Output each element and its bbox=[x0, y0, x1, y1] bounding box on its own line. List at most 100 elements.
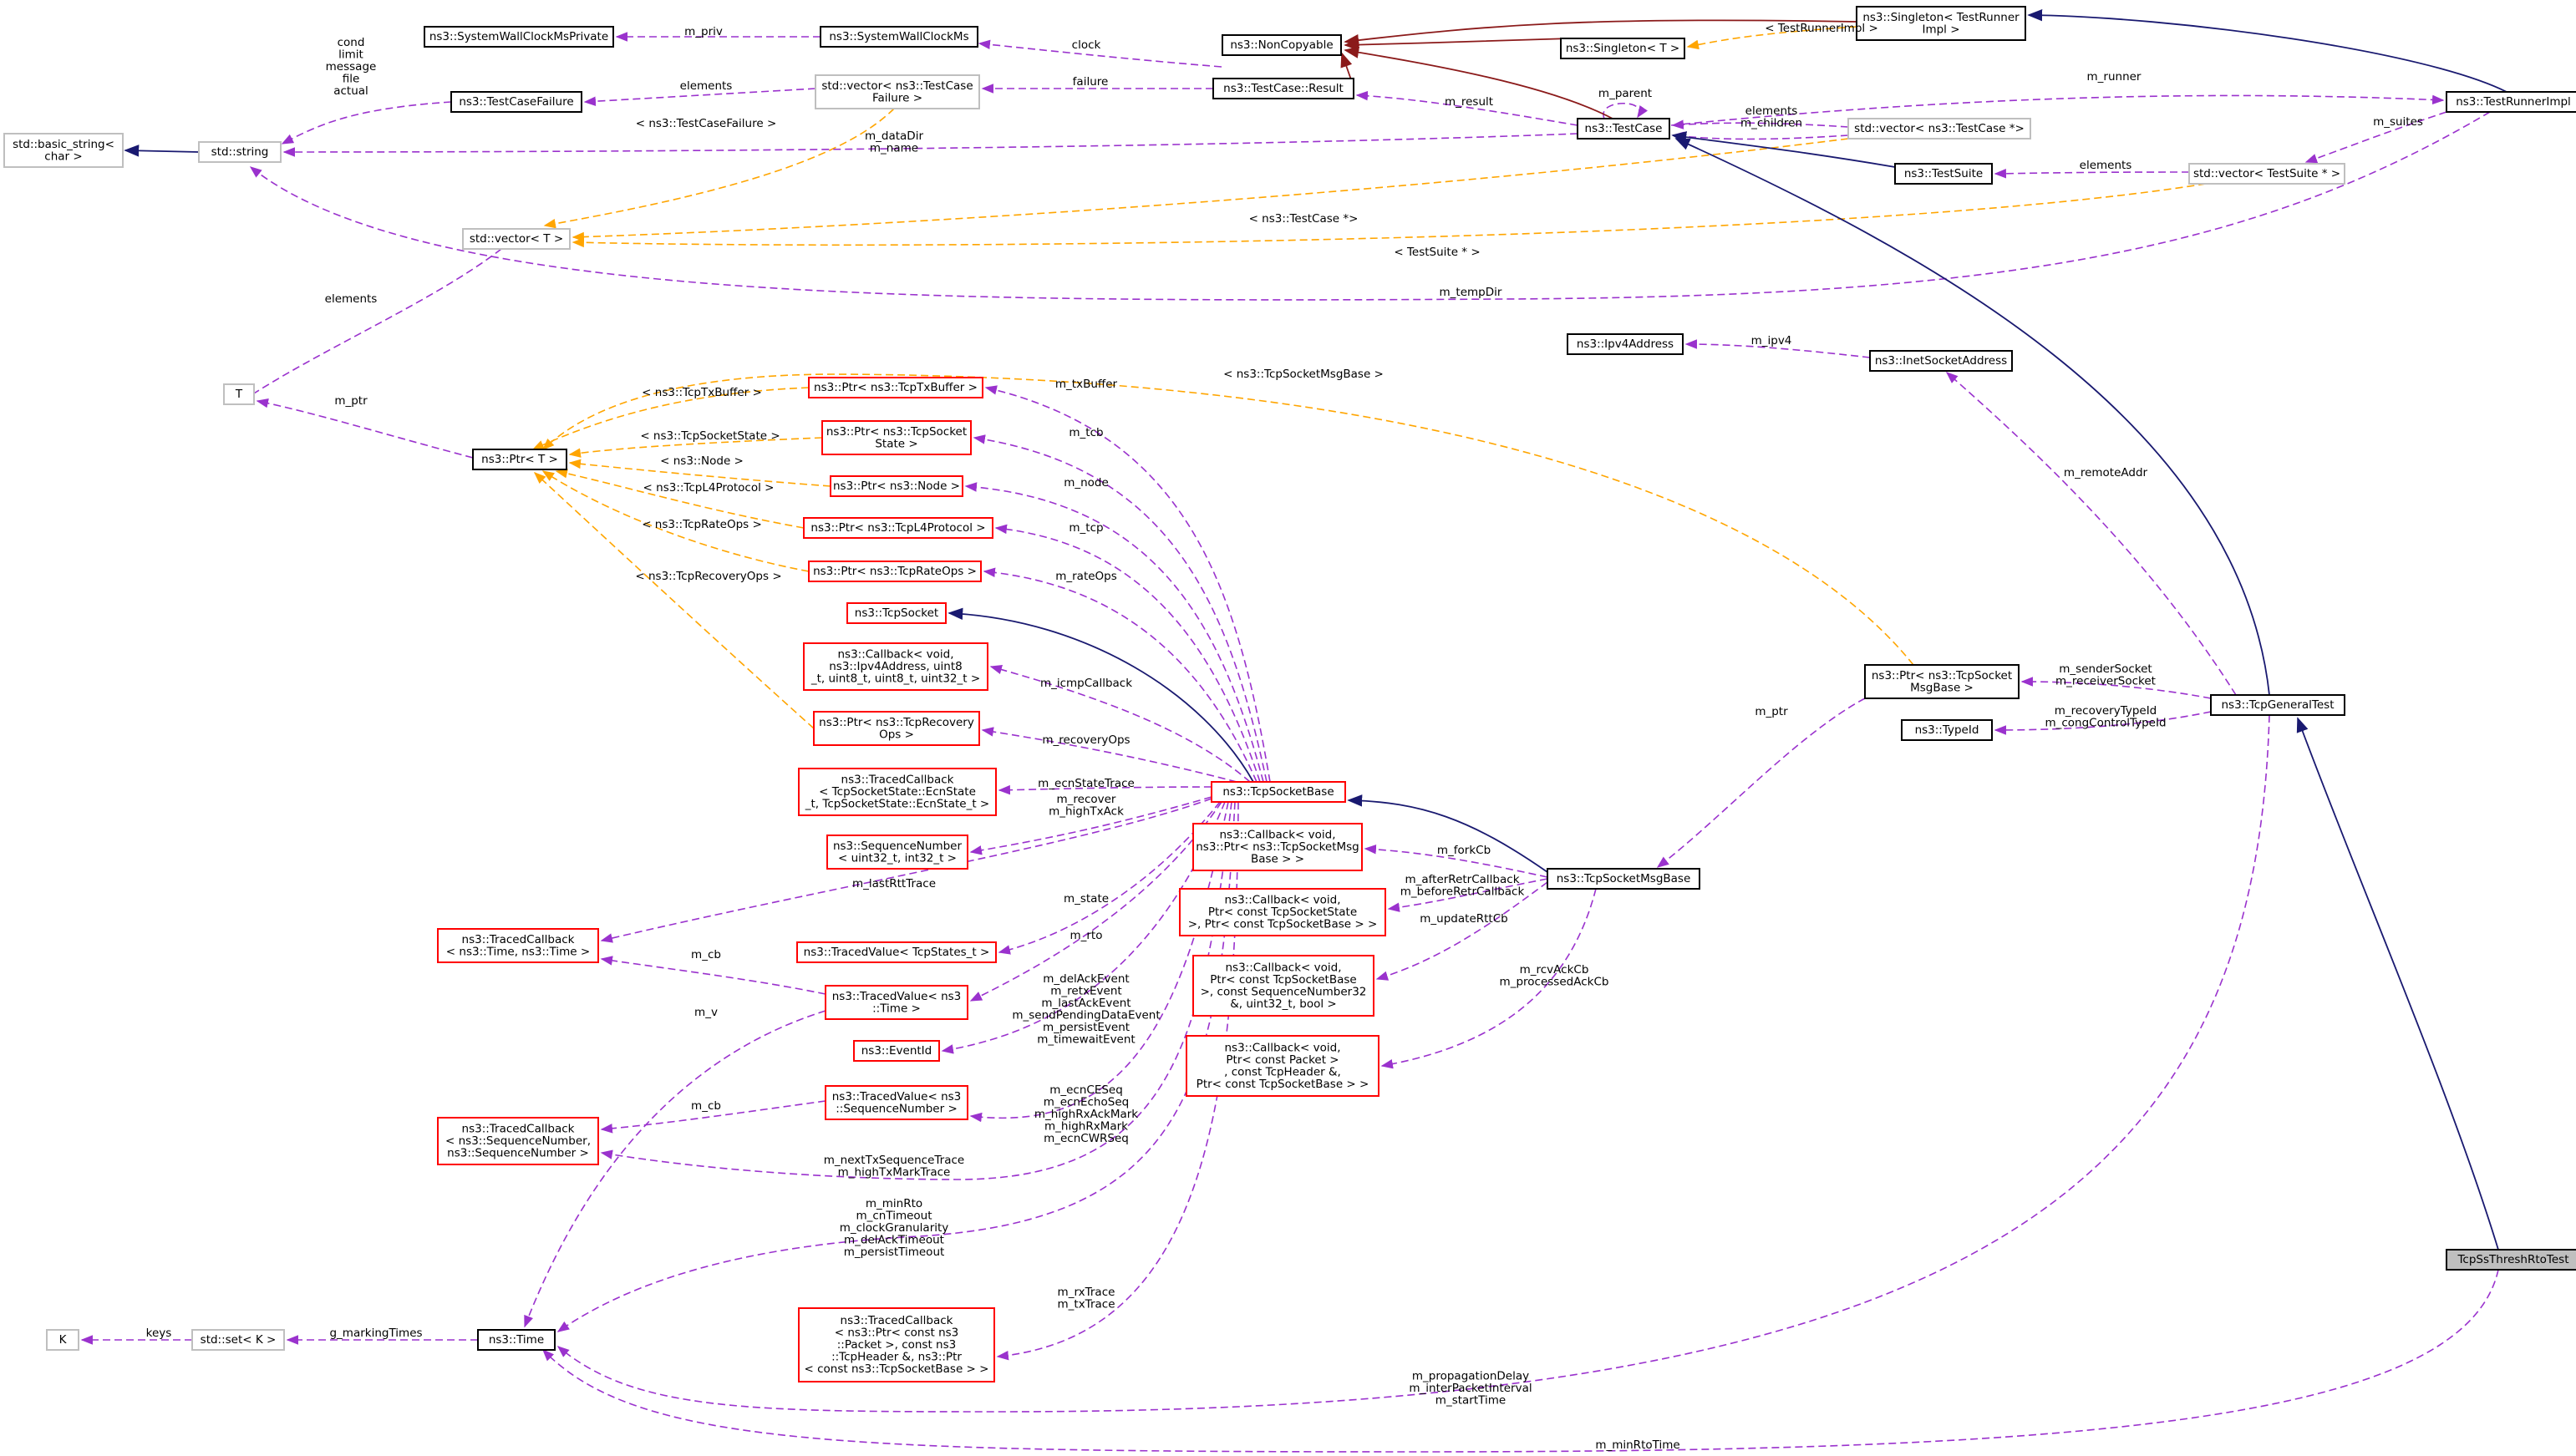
node-ptss[interactable]: ns3::Ptr< ns3::TcpSocket State > bbox=[821, 420, 972, 455]
node-cbrtt[interactable]: ns3::Callback< void, Ptr< const TcpSocket… bbox=[1192, 955, 1374, 1017]
node-inet[interactable]: ns3::InetSocketAddress bbox=[1869, 350, 2013, 372]
node-singT[interactable]: ns3::Singleton< T > bbox=[1560, 38, 1685, 59]
node-label-tcseq: ns3::TracedCallback < ns3::SequenceNumber… bbox=[445, 1123, 591, 1160]
node-prate[interactable]: ns3::Ptr< ns3::TcpRateOps > bbox=[808, 561, 982, 582]
edge-label-m_cb_time: m_cb bbox=[691, 948, 721, 961]
node-precov[interactable]: ns3::Ptr< ns3::TcpRecovery Ops > bbox=[813, 711, 980, 746]
node-label-swcm: ns3::SystemWallClockMs bbox=[829, 30, 968, 43]
node-label-tsmb: ns3::TcpSocketMsgBase bbox=[1557, 872, 1691, 885]
node-ipv4[interactable]: ns3::Ipv4Address bbox=[1567, 333, 1684, 355]
edge-use-57 bbox=[1656, 698, 1866, 868]
node-rto[interactable]: TcpSsThreshRtoTest bbox=[2446, 1249, 2576, 1271]
edge-use-40 bbox=[600, 956, 826, 995]
edge-tmpl-11 bbox=[572, 138, 1849, 242]
edge-label-t_ss: < ns3::TcpSocketState > bbox=[640, 429, 780, 443]
edge-label-keys: keys bbox=[146, 1327, 172, 1340]
node-label-evid: ns3::EventId bbox=[861, 1044, 932, 1058]
edge-use-17 bbox=[249, 111, 2491, 301]
node-ptxb[interactable]: ns3::Ptr< ns3::TcpTxBuffer > bbox=[808, 377, 983, 398]
edge-label-failure: failure bbox=[1073, 75, 1109, 89]
edge-inh-54 bbox=[1347, 794, 1548, 873]
node-tsock[interactable]: ns3::TcpSocket bbox=[846, 602, 947, 624]
node-result[interactable]: ns3::TestCase::Result bbox=[1212, 78, 1354, 99]
node-swcm[interactable]: ns3::SystemWallClockMs bbox=[820, 26, 978, 48]
node-label-tgt: ns3::TcpGeneralTest bbox=[2221, 698, 2334, 712]
node-tgt[interactable]: ns3::TcpGeneralTest bbox=[2210, 694, 2345, 716]
node-ptrT[interactable]: ns3::Ptr< T > bbox=[472, 449, 567, 470]
node-T[interactable]: T bbox=[223, 383, 255, 405]
node-cbicmp[interactable]: ns3::Callback< void, ns3::Ipv4Address, ui… bbox=[803, 642, 988, 691]
node-tcrx[interactable]: ns3::TracedCallback < ns3::Ptr< const ns3… bbox=[798, 1307, 995, 1382]
node-ts[interactable]: ns3::TestSuite bbox=[1894, 163, 1993, 185]
node-label-tvseq: ns3::TracedValue< ns3::SequenceNumber > bbox=[832, 1090, 962, 1116]
edge-label-children: elements m_children bbox=[1740, 104, 1802, 130]
edge-label-m_recoveryOps: m_recoveryOps bbox=[1042, 733, 1130, 747]
node-label-setK: std::set< K > bbox=[201, 1333, 277, 1347]
node-swcmp[interactable]: ns3::SystemWallClockMsPrivate bbox=[424, 26, 614, 48]
edge-label-str_fields: cond limit message file actual bbox=[326, 36, 377, 98]
node-bstr[interactable]: std::basic_string< char > bbox=[3, 133, 124, 168]
node-label-tri: ns3::TestRunnerImpl bbox=[2456, 95, 2571, 109]
node-label-tctime: ns3::TracedCallback < ns3::Time, ns3::Tim… bbox=[446, 933, 590, 959]
node-label-swcmp: ns3::SystemWallClockMsPrivate bbox=[429, 30, 608, 43]
edge-label-tcf_tmpl: < ns3::TestCaseFailure > bbox=[636, 117, 777, 130]
node-K[interactable]: K bbox=[46, 1329, 79, 1351]
node-str[interactable]: std::string bbox=[198, 141, 282, 163]
node-label-singT: ns3::Singleton< T > bbox=[1566, 42, 1679, 55]
node-label-typeid: ns3::TypeId bbox=[1915, 723, 1979, 737]
node-label-tsb: ns3::TcpSocketBase bbox=[1222, 785, 1334, 799]
node-tcf[interactable]: ns3::TestCaseFailure bbox=[450, 91, 582, 113]
node-tsmb[interactable]: ns3::TcpSocketMsgBase bbox=[1547, 868, 1700, 890]
node-time[interactable]: ns3::Time bbox=[477, 1329, 556, 1351]
node-pnode[interactable]: ns3::Ptr< ns3::Node > bbox=[830, 475, 963, 497]
edge-label-m_rto: m_rto bbox=[1070, 929, 1102, 942]
node-tri[interactable]: ns3::TestRunnerImpl bbox=[2446, 91, 2576, 113]
edge-label-m_node: m_node bbox=[1064, 476, 1109, 490]
node-label-rto: TcpSsThreshRtoTest bbox=[2457, 1253, 2568, 1266]
edge-label-ecnseq: m_ecnCESeq m_ecnEchoSeq m_highRxAckMark m_h… bbox=[1034, 1083, 1138, 1145]
node-tc[interactable]: ns3::TestCase bbox=[1577, 118, 1670, 140]
node-noncopy[interactable]: ns3::NonCopyable bbox=[1222, 34, 1342, 56]
node-seqn[interactable]: ns3::SequenceNumber < uint32_t, int32_t > bbox=[826, 835, 968, 870]
edge-label-t_rate: < ns3::TcpRateOps > bbox=[642, 518, 762, 531]
edge-label-m_result: m_result bbox=[1445, 95, 1493, 109]
node-pmsg[interactable]: ns3::Ptr< ns3::TcpSocket MsgBase > bbox=[1864, 664, 2020, 699]
node-tvseq[interactable]: ns3::TracedValue< ns3::SequenceNumber > bbox=[825, 1085, 968, 1120]
edge-label-m_remoteAddr: m_remoteAddr bbox=[2064, 466, 2148, 479]
node-tcseq[interactable]: ns3::TracedCallback < ns3::SequenceNumber… bbox=[437, 1117, 599, 1165]
edge-label-m_icmp: m_icmpCallback bbox=[1040, 677, 1132, 690]
node-cbrcv[interactable]: ns3::Callback< void, Ptr< const Packet >,… bbox=[1186, 1035, 1379, 1097]
edge-label-elements_ts: elements bbox=[2080, 159, 2132, 172]
node-cbretr[interactable]: ns3::Callback< void, Ptr< const TcpSocket… bbox=[1179, 888, 1386, 936]
edge-label-rxtx: m_rxTrace m_txTrace bbox=[1058, 1286, 1115, 1311]
node-singTR[interactable]: ns3::Singleton< TestRunner Impl > bbox=[1856, 6, 2026, 41]
node-pl4[interactable]: ns3::Ptr< ns3::TcpL4Protocol > bbox=[803, 517, 993, 539]
edge-label-m_priv: m_priv bbox=[684, 25, 723, 38]
node-tctime[interactable]: ns3::TracedCallback < ns3::Time, ns3::Tim… bbox=[437, 928, 599, 963]
node-evid[interactable]: ns3::EventId bbox=[853, 1040, 940, 1062]
node-typeid[interactable]: ns3::TypeId bbox=[1901, 719, 1993, 741]
node-label-tvstate: ns3::TracedValue< TcpStates_t > bbox=[804, 946, 990, 959]
edge-label-m_tcb: m_tcb bbox=[1069, 426, 1103, 439]
edge-label-m_ipv4: m_ipv4 bbox=[1751, 334, 1792, 348]
edge-label-m_ecnState: m_ecnStateTrace bbox=[1038, 777, 1135, 790]
node-label-K: K bbox=[59, 1333, 68, 1347]
node-label-pl4: ns3::Ptr< ns3::TcpL4Protocol > bbox=[810, 521, 985, 535]
node-tsb[interactable]: ns3::TcpSocketBase bbox=[1211, 781, 1346, 803]
node-tvtime[interactable]: ns3::TracedValue< ns3::Time > bbox=[825, 985, 968, 1020]
edge-use-18 bbox=[241, 248, 502, 402]
edge-label-m_state: m_state bbox=[1064, 892, 1109, 906]
node-vtcf[interactable]: std::vector< ns3::TestCase Failure > bbox=[815, 74, 980, 109]
edge-use-27 bbox=[984, 385, 1271, 783]
node-cbfork[interactable]: ns3::Callback< void, ns3::Ptr< ns3::TcpSo… bbox=[1192, 823, 1363, 871]
node-vts[interactable]: std::vector< TestSuite * > bbox=[2188, 163, 2345, 185]
node-setK[interactable]: std::set< K > bbox=[191, 1329, 285, 1351]
node-tcecn[interactable]: ns3::TracedCallback < TcpSocketState::Ecn… bbox=[798, 768, 997, 816]
node-tvstate[interactable]: ns3::TracedValue< TcpStates_t > bbox=[796, 941, 997, 963]
diagram-svg: ns3::SystemWallClockMsPrivate ns3::System… bbox=[3, 6, 2576, 1453]
node-vT[interactable]: std::vector< T > bbox=[462, 228, 571, 250]
node-label-vts: std::vector< TestSuite * > bbox=[2193, 167, 2340, 180]
edge-label-events: m_delAckEvent m_retxEvent m_lastAckEvent m_… bbox=[1012, 972, 1160, 1047]
edge-label-m_recover: m_recover m_highTxAck bbox=[1049, 793, 1124, 819]
node-vtc[interactable]: std::vector< ns3::TestCase *> bbox=[1847, 118, 2031, 140]
